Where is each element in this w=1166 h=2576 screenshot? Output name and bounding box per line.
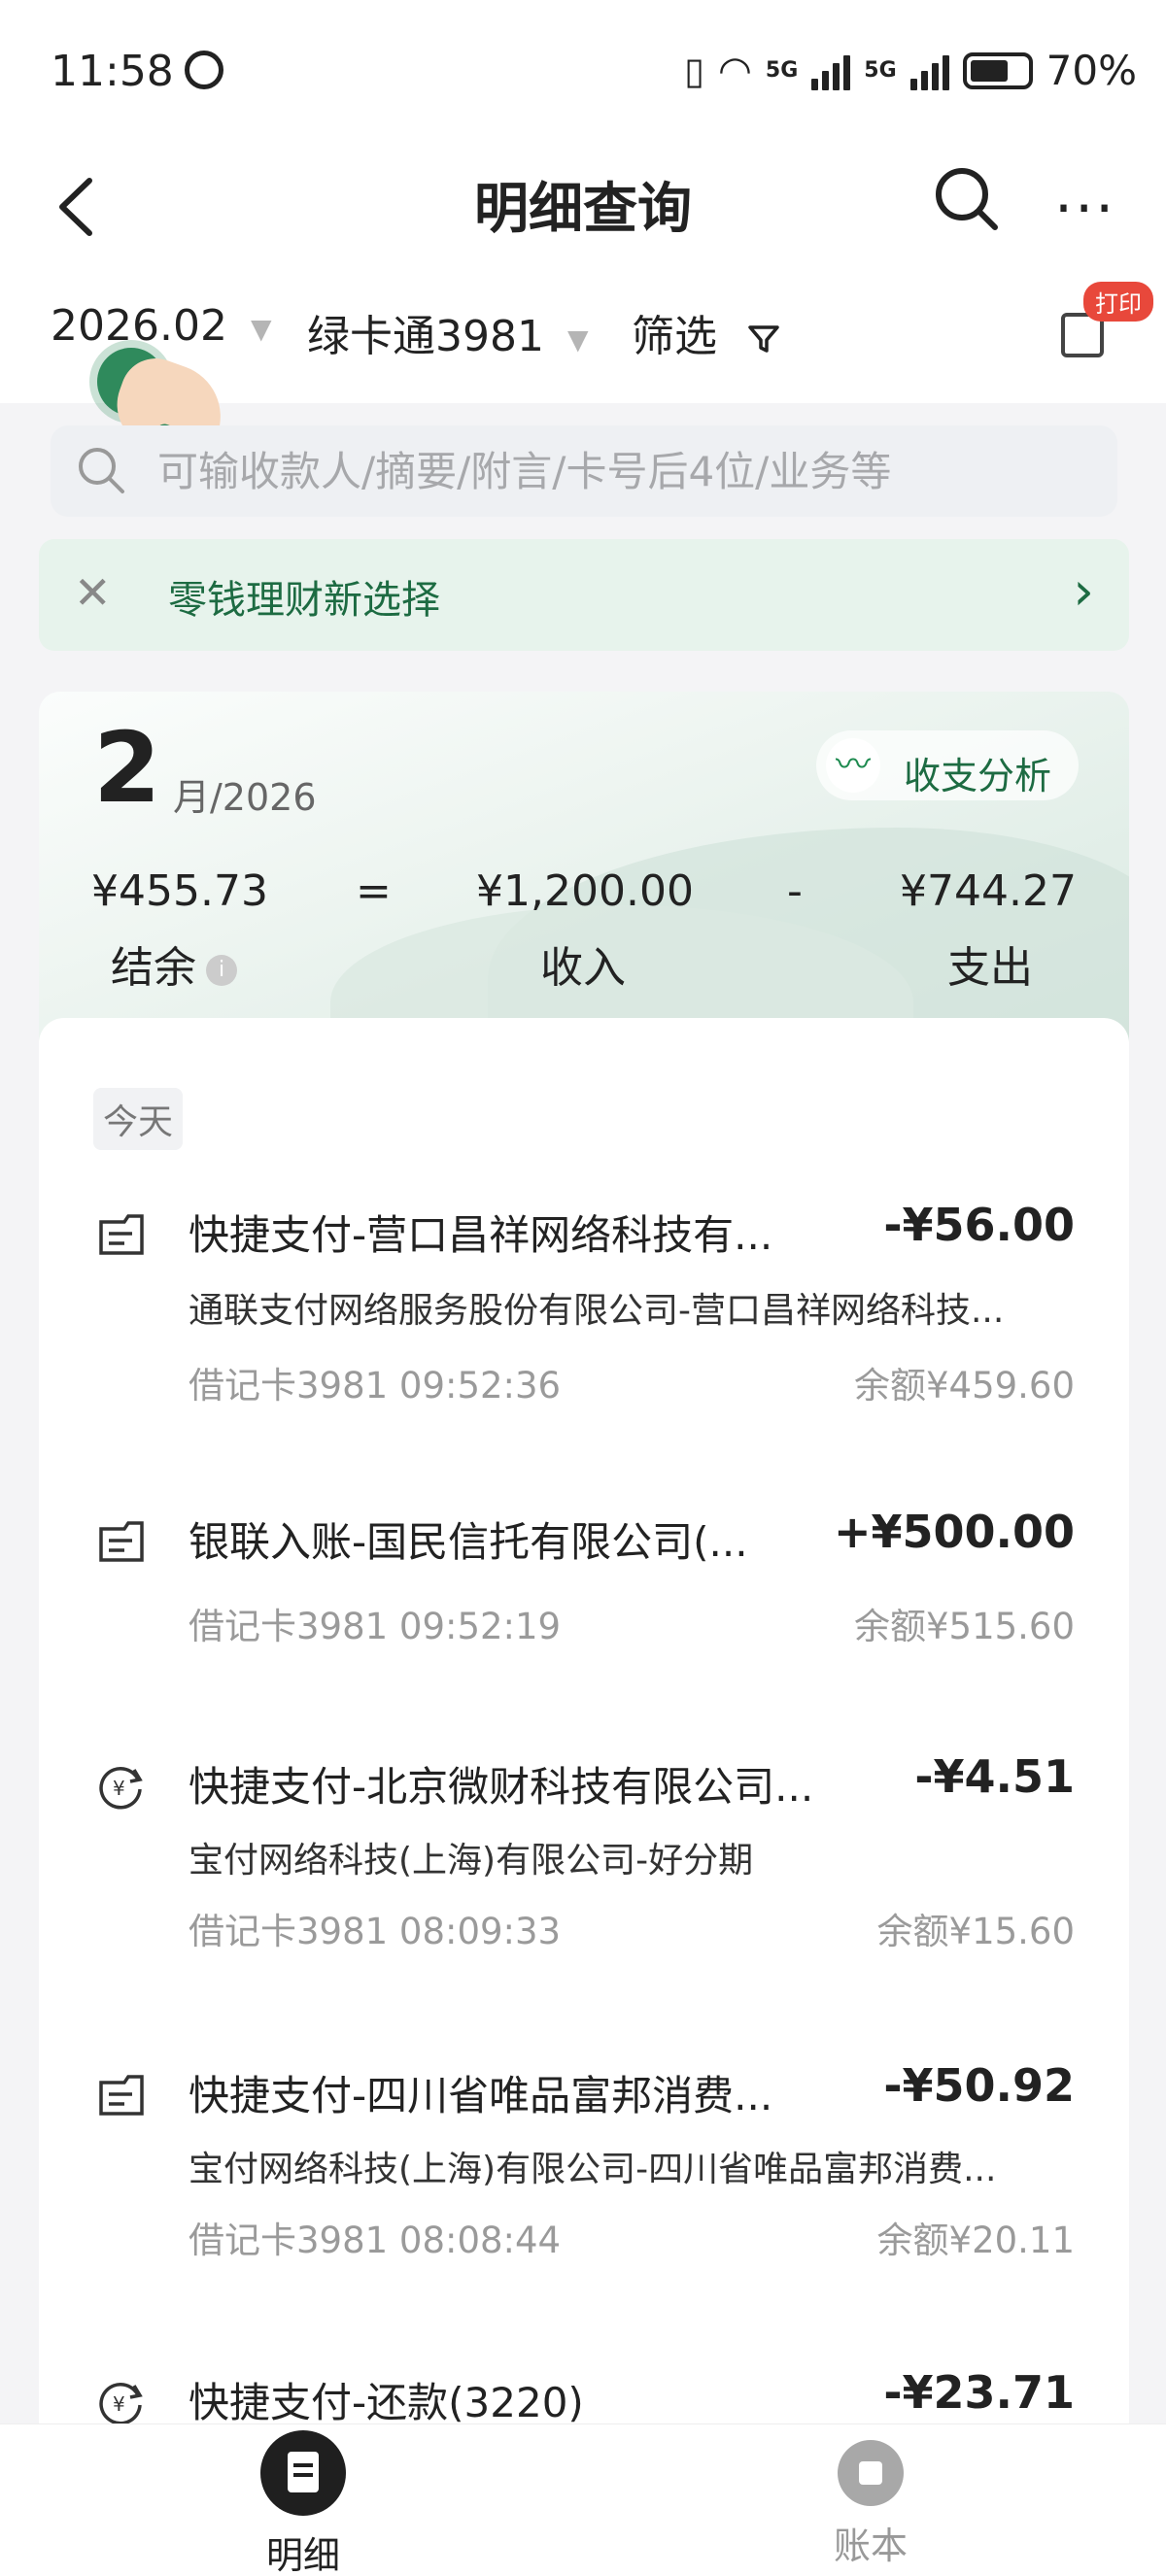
- search-bar[interactable]: [51, 425, 1117, 517]
- ledger-glyph-icon: [859, 2461, 882, 2485]
- close-icon[interactable]: ✕: [74, 566, 112, 619]
- trend-icon: 〰: [826, 738, 880, 793]
- income-label: 收入: [540, 943, 626, 993]
- minus-sign: -: [787, 866, 803, 916]
- nav-item-details[interactable]: 明细: [157, 2424, 449, 2576]
- transaction-title: 快捷支付-营口昌祥网络科技有...: [189, 1211, 773, 1259]
- transaction-title: 银联入账-国民信托有限公司(...: [189, 1518, 748, 1566]
- info-icon[interactable]: i: [206, 955, 237, 986]
- search-button[interactable]: [933, 165, 1001, 233]
- transaction-amount: -¥23.71: [883, 2366, 1075, 2419]
- alarm-icon: [185, 51, 223, 89]
- transaction-subtitle: 宝付网络科技(上海)有限公司-好分期: [189, 1841, 754, 1881]
- expense-amount: ¥744.27: [900, 866, 1077, 916]
- card-filter-label: 绿卡通3981: [307, 312, 544, 361]
- battery-percent: 70%: [1046, 47, 1137, 94]
- search-input[interactable]: [157, 439, 1090, 503]
- income-amount: ¥1,200.00: [476, 866, 694, 916]
- network-label-1: 5G: [765, 58, 799, 83]
- app-header: 明细查询 ···: [0, 146, 1166, 262]
- more-icon: ···: [1054, 175, 1116, 243]
- promo-text: 零钱理财新选择: [168, 578, 440, 623]
- income-expense-analysis-button[interactable]: 〰 收支分析: [816, 730, 1079, 800]
- document-glyph-icon: [288, 2452, 319, 2492]
- receipt-icon: [99, 1521, 144, 1562]
- chevron-right-icon: ›: [1073, 560, 1094, 622]
- transaction-title: 快捷支付-北京微财科技有限公司...: [189, 1763, 814, 1811]
- svg-text:¥: ¥: [113, 2392, 125, 2416]
- status-time: 11:58: [51, 47, 174, 96]
- balance-amount: ¥455.73: [91, 866, 268, 916]
- section-label-today: 今天: [93, 1088, 184, 1150]
- transaction-balance: 余额¥515.60: [853, 1606, 1075, 1647]
- analysis-label: 收支分析: [904, 755, 1052, 797]
- transaction-title: 快捷支付-四川省唯品富邦消费...: [189, 2072, 773, 2119]
- search-icon: [79, 448, 124, 493]
- signal-icon-2: [909, 51, 949, 90]
- date-filter[interactable]: 2026.02 ▼: [51, 301, 272, 351]
- transaction-amount: +¥500.00: [833, 1506, 1075, 1558]
- battery-icon: [962, 51, 1033, 89]
- vibrate-icon: ▯: [684, 49, 704, 92]
- transaction-subtitle: 通联支付网络服务股份有限公司-营口昌祥网络科技...: [189, 1291, 1005, 1331]
- print-badge: 打印: [1083, 282, 1153, 322]
- status-right: ▯ ◠ 5G 5G 70%: [684, 47, 1137, 94]
- transaction-meta: 借记卡3981 09:52:36: [189, 1365, 562, 1407]
- bottom-nav: 明细 账本: [0, 2423, 1166, 2576]
- transaction-meta: 借记卡3981 08:09:33: [189, 1911, 562, 1952]
- receipt-icon: [99, 1214, 144, 1255]
- transaction-balance: 余额¥20.11: [876, 2220, 1075, 2261]
- promo-banner[interactable]: ✕ 零钱理财新选择 ›: [39, 539, 1129, 651]
- filter-label: 筛选: [632, 312, 717, 361]
- date-filter-label: 2026.02: [51, 301, 227, 351]
- ledger-icon: [838, 2440, 904, 2506]
- transaction-amount: -¥50.92: [883, 2059, 1075, 2112]
- monthly-summary-card: 2 月/2026 〰 收支分析 ¥455.73 = ¥1,200.00 - ¥7…: [39, 692, 1129, 1041]
- transaction-amount: -¥56.00: [883, 1199, 1075, 1251]
- filter-button[interactable]: 筛选: [632, 301, 781, 363]
- transaction-balance: 余额¥459.60: [853, 1365, 1075, 1407]
- svg-text:¥: ¥: [113, 1777, 125, 1800]
- caret-down-icon: ▼: [250, 312, 272, 345]
- status-bar: 11:58 ▯ ◠ 5G 5G 70%: [0, 0, 1166, 146]
- signal-icon: [811, 51, 851, 90]
- receipt-icon: [99, 2075, 144, 2116]
- nav-item-ledger[interactable]: 账本: [725, 2424, 1016, 2569]
- wifi-icon: ◠: [717, 48, 752, 93]
- balance-label-wrap: 结余 i: [111, 932, 237, 995]
- yuan-refresh-icon: ¥: [99, 1767, 143, 1810]
- document-icon: [260, 2430, 346, 2516]
- balance-label: 结余: [111, 943, 196, 993]
- transaction-meta: 借记卡3981 08:08:44: [189, 2220, 562, 2261]
- transaction-subtitle: 宝付网络科技(上海)有限公司-四川省唯品富邦消费...: [189, 2150, 997, 2189]
- summary-month-year: 月/2026: [173, 776, 317, 819]
- nav-label: 账本: [833, 2525, 908, 2567]
- network-label-2: 5G: [864, 58, 897, 83]
- more-button[interactable]: ···: [1054, 175, 1115, 243]
- caret-down-icon: ▼: [566, 322, 589, 356]
- search-icon: [936, 168, 998, 230]
- nav-label: 明细: [265, 2534, 340, 2576]
- transaction-list: 今天 快捷支付-营口昌祥网络科技有... -¥56.00 通联支付网络服务股份有…: [39, 1018, 1129, 2426]
- summary-month: 2: [93, 711, 161, 825]
- transaction-balance: 余额¥15.60: [876, 1911, 1075, 1952]
- transaction-amount: -¥4.51: [914, 1750, 1075, 1803]
- transaction-title: 快捷支付-还款(3220): [189, 2379, 584, 2426]
- equals-sign: =: [356, 866, 392, 916]
- transaction-meta: 借记卡3981 09:52:19: [189, 1606, 562, 1647]
- page: 11:58 ▯ ◠ 5G 5G 70% 明细查询 ··· 2026.02 ▼ 绿…: [0, 0, 1166, 2576]
- expense-label: 支出: [947, 943, 1033, 993]
- yuan-refresh-icon: ¥: [99, 2383, 143, 2425]
- funnel-icon: [748, 325, 779, 353]
- card-filter[interactable]: 绿卡通3981 ▼: [307, 301, 589, 363]
